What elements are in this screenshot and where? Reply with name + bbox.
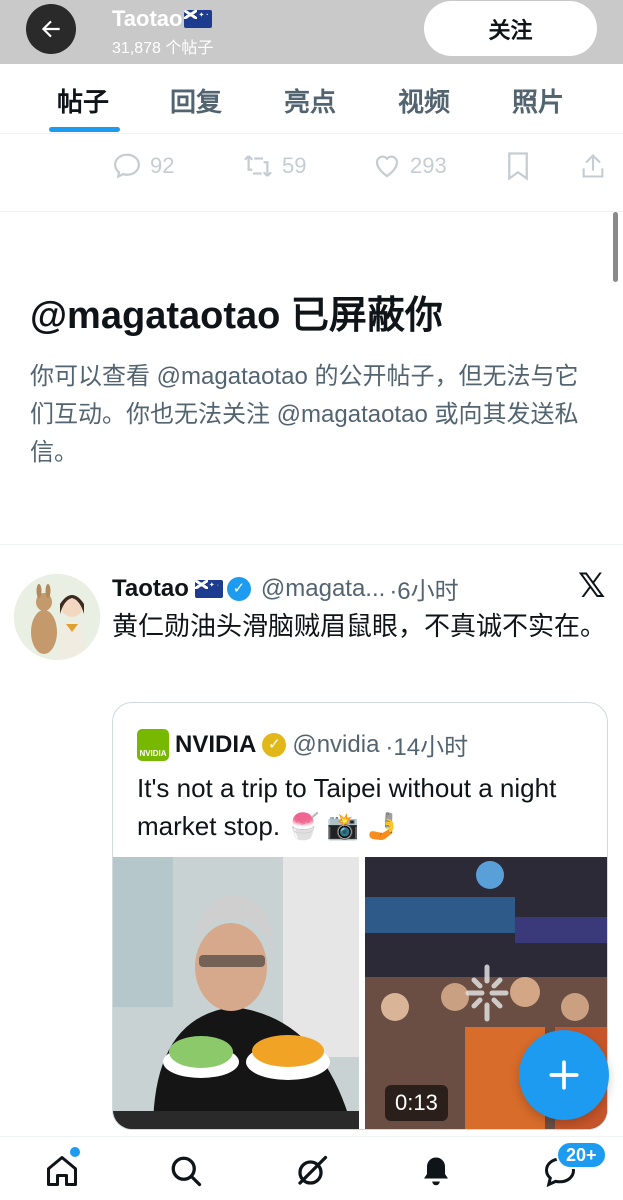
tab-photos[interactable]: 照片 <box>512 82 564 119</box>
x-logo-icon: 𝕏 <box>578 567 606 605</box>
post-count: 31,878 个帖子 <box>112 40 214 57</box>
repost-button[interactable]: 59 <box>242 151 306 181</box>
tweet-action-bar: 92 59 293 <box>0 136 623 212</box>
share-icon <box>582 154 604 178</box>
quoted-tweet-time: ·14小时 <box>385 734 469 761</box>
scrollbar[interactable] <box>613 212 618 282</box>
profile-header: Taotao 31,878 个帖子 关注 <box>0 0 623 64</box>
compose-plus-icon <box>549 1060 579 1090</box>
tab-posts[interactable]: 帖子 <box>57 82 109 119</box>
nav-notifications[interactable] <box>416 1151 456 1191</box>
tab-videos[interactable]: 视频 <box>398 82 450 119</box>
profile-name: Taotao <box>112 6 213 32</box>
repost-icon <box>244 155 272 177</box>
share-button[interactable] <box>579 151 607 181</box>
grok-icon <box>298 1155 328 1185</box>
bottom-navigation: 20+ <box>0 1136 623 1200</box>
tweet-author-handle[interactable]: @magata... <box>261 575 385 603</box>
reply-button[interactable]: 92 <box>112 151 174 181</box>
reply-icon <box>113 153 141 179</box>
quoted-tweet-header: NVIDIA NVIDIA ✓ @nvidia ·14小时 <box>137 727 468 762</box>
bookmark-icon <box>508 152 528 181</box>
tweet-header: Taotao ✓ @magata... ·6小时 <box>112 571 459 606</box>
blocked-description: 你可以查看 @magataotao 的公开帖子，但无法与它们互动。你也无法关注 … <box>30 363 579 466</box>
like-button[interactable]: 293 <box>372 151 447 181</box>
photo-dining-illustration <box>113 857 359 1129</box>
home-icon <box>47 1156 77 1186</box>
home-notification-dot <box>70 1147 80 1157</box>
avatar[interactable] <box>14 574 100 660</box>
nvidia-logo: NVIDIA <box>137 728 169 761</box>
search-icon <box>171 1156 202 1187</box>
repost-count: 59 <box>282 153 307 178</box>
messages-badge: 20+ <box>556 1141 607 1169</box>
active-tab-indicator <box>49 127 120 132</box>
tab-replies[interactable]: 回复 <box>170 82 222 119</box>
back-button[interactable] <box>26 4 76 54</box>
australia-flag-icon <box>194 579 223 598</box>
back-arrow-icon <box>41 20 60 38</box>
profile-tabs: 帖子 回复 亮点 视频 照片 <box>0 64 623 134</box>
nav-home[interactable] <box>42 1151 82 1191</box>
blocked-title: @magataotao 已屏蔽你 <box>30 295 443 337</box>
follow-button[interactable]: 关注 <box>424 1 597 56</box>
quoted-tweet-text: It's not a trip to Taipei without a nigh… <box>137 773 557 841</box>
reply-count: 92 <box>150 153 175 178</box>
bookmark-button[interactable] <box>505 151 531 181</box>
nav-search[interactable] <box>166 1151 206 1191</box>
avatar-illustration <box>14 574 100 660</box>
like-icon <box>375 155 399 178</box>
quoted-author-handle: @nvidia <box>292 730 380 758</box>
tweet-author-name[interactable]: Taotao <box>112 575 189 603</box>
australia-flag-icon <box>184 10 213 28</box>
video-duration: 0:13 <box>385 1085 448 1121</box>
photo-dining[interactable] <box>113 857 359 1129</box>
verified-icon: ✓ <box>226 576 251 601</box>
section-divider <box>0 544 623 545</box>
compose-button[interactable] <box>519 1030 609 1120</box>
tab-highlights[interactable]: 亮点 <box>284 82 336 119</box>
quoted-author-name: NVIDIA <box>175 730 257 758</box>
like-count: 293 <box>410 153 447 178</box>
verified-icon: ✓ <box>262 732 287 757</box>
nav-grok[interactable] <box>292 1151 332 1191</box>
tweet-text: 黄仁勋油头滑脑贼眉鼠眼，不真诚不实在。 <box>112 611 607 641</box>
tweet-time: ·6小时 <box>389 578 459 605</box>
notifications-icon <box>424 1157 448 1186</box>
